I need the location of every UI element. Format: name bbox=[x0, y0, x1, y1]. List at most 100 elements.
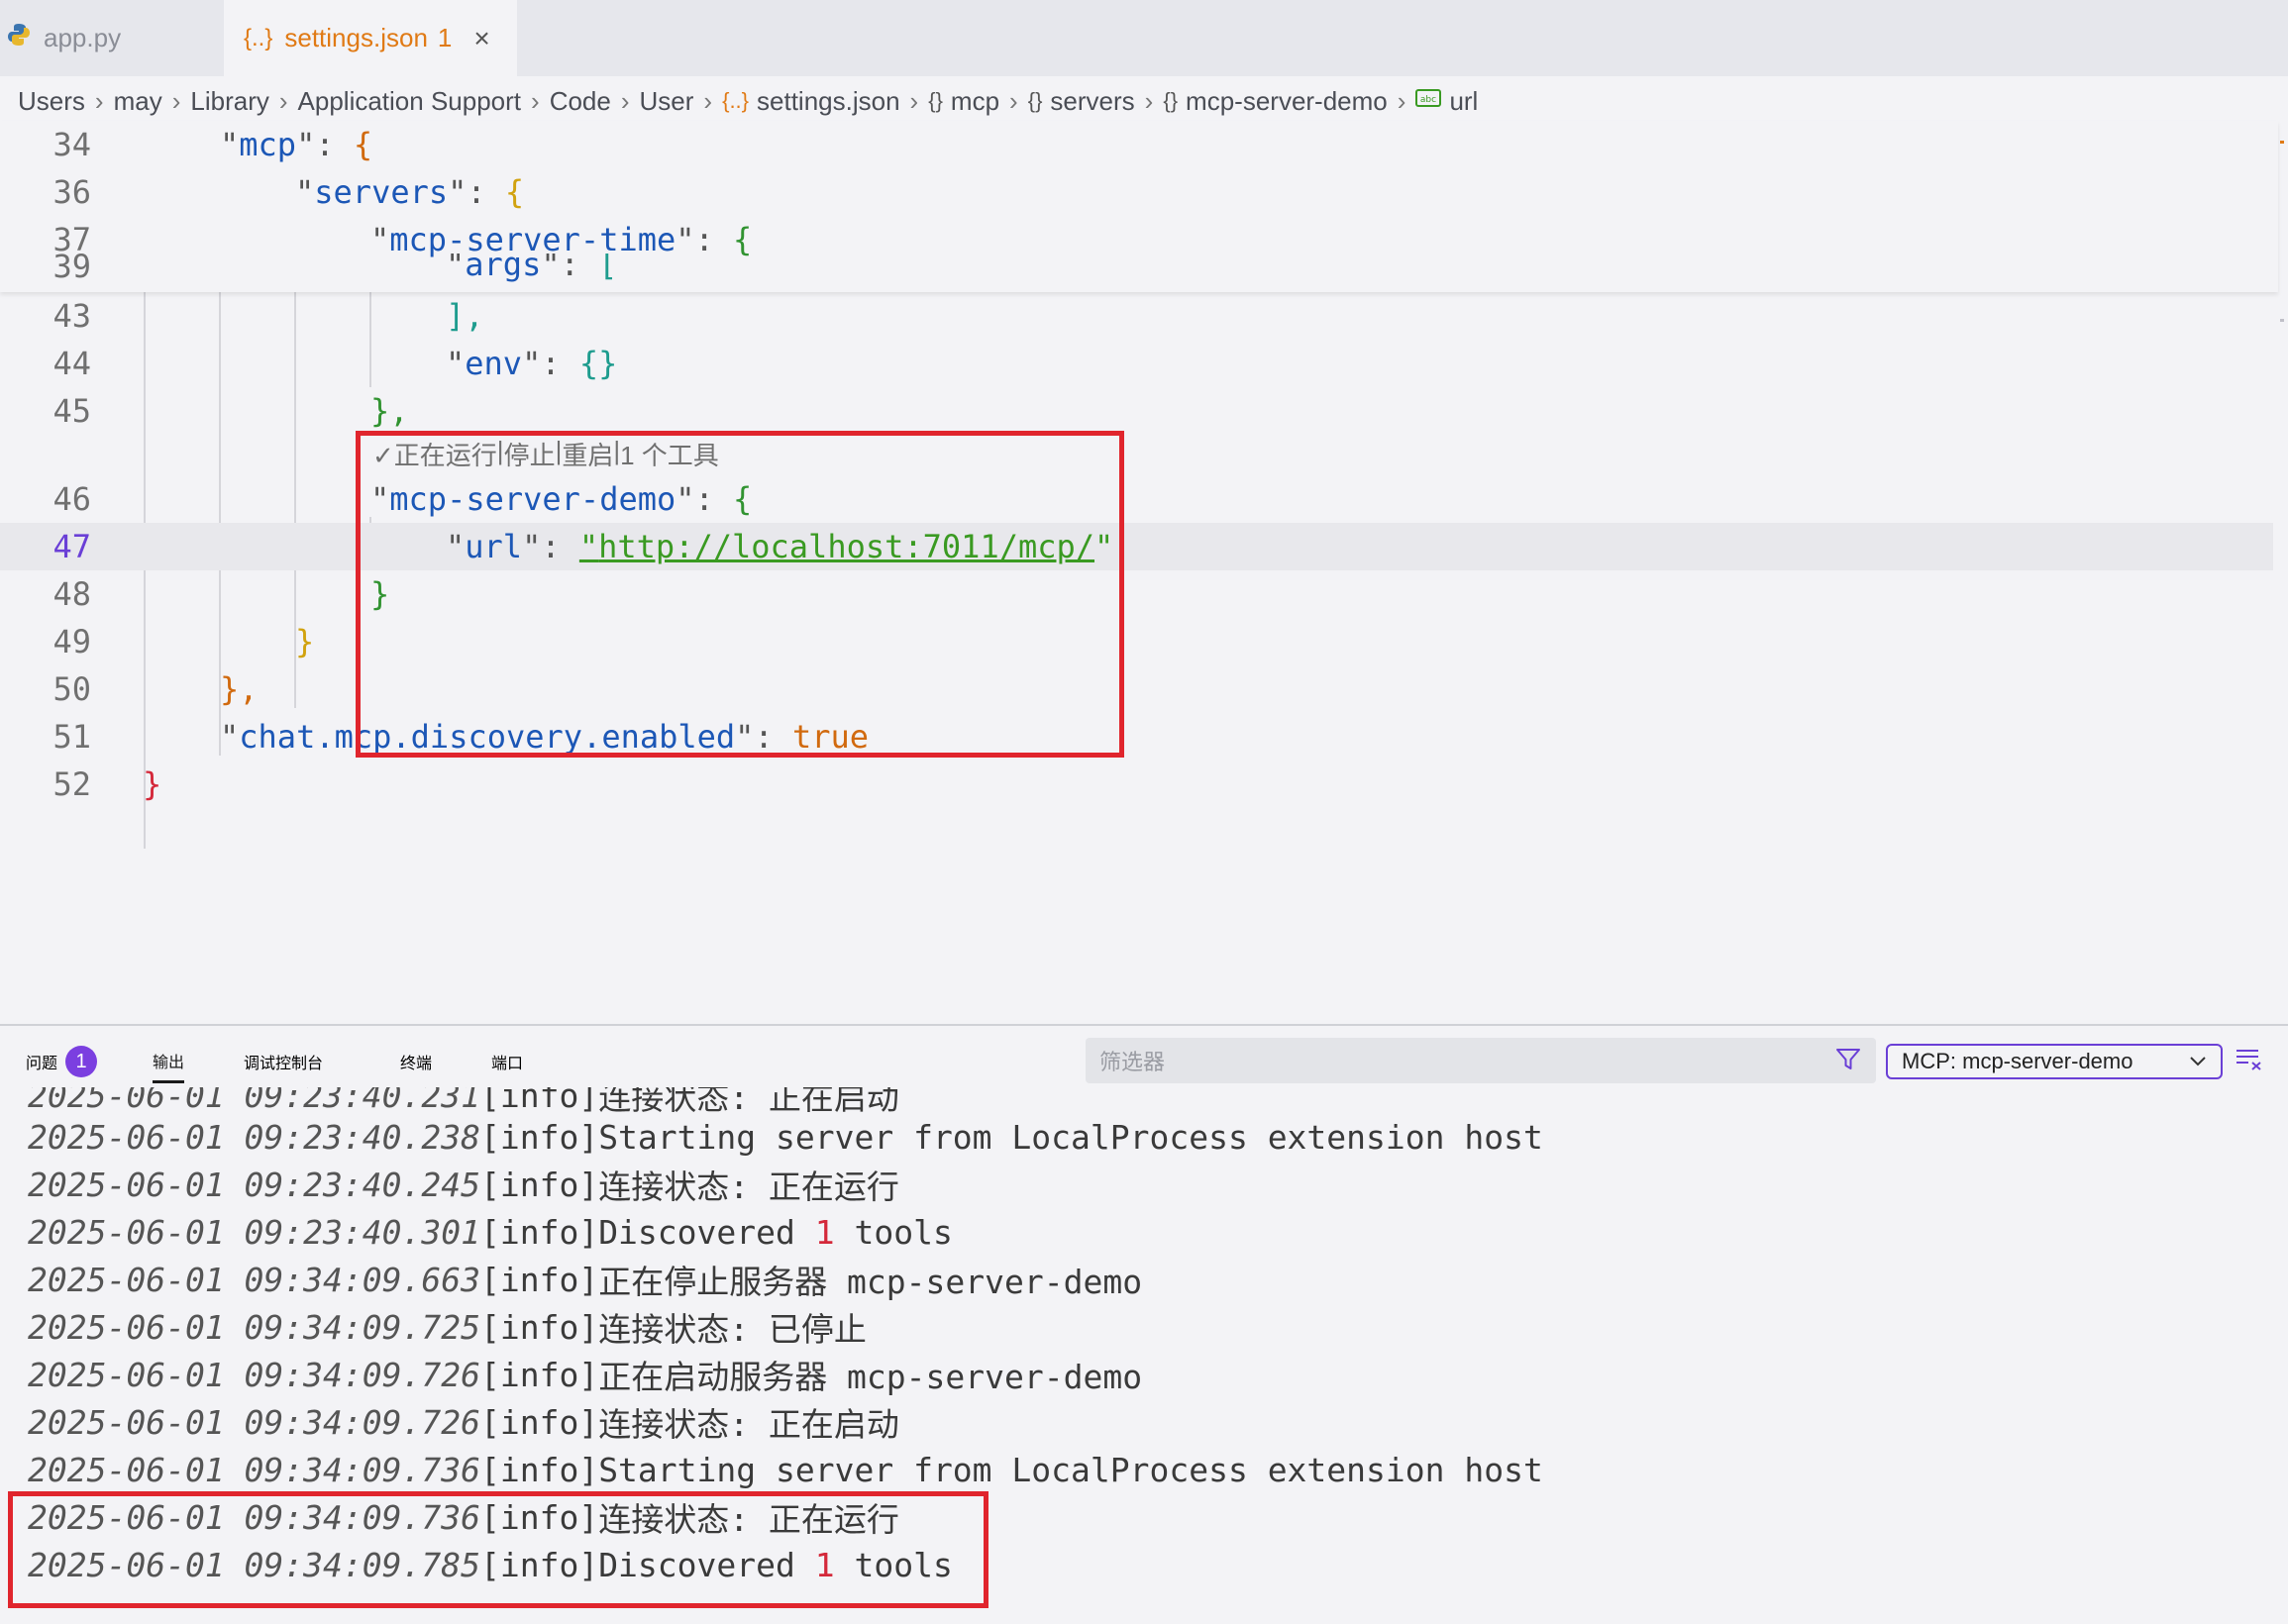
json-braces-icon: {..} bbox=[722, 88, 750, 113]
breadcrumb-item[interactable]: Users bbox=[18, 86, 85, 117]
tab-terminal[interactable]: 终端 bbox=[400, 1040, 432, 1083]
svg-text:abc: abc bbox=[1420, 95, 1436, 105]
code-line: 50 }, bbox=[0, 665, 2273, 713]
line-number: 44 bbox=[52, 345, 91, 382]
chevron-down-icon bbox=[2187, 1050, 2209, 1077]
tab-problem-count: 1 bbox=[437, 23, 453, 52]
json-value: {} bbox=[578, 345, 618, 382]
chevron-right-icon: › bbox=[278, 85, 288, 116]
highlight-box bbox=[356, 431, 1124, 758]
breadcrumb-item[interactable]: Library bbox=[190, 86, 268, 117]
line-number: 39 bbox=[52, 254, 91, 285]
breadcrumb-item[interactable]: Application Support bbox=[298, 86, 521, 117]
breadcrumb-item[interactable]: servers bbox=[1050, 86, 1134, 117]
code-line: 46 "mcp-server-demo": { bbox=[0, 475, 2273, 523]
json-braces-icon: {..} bbox=[244, 24, 273, 51]
code-line: 51 "chat.mcp.discovery.enabled": true bbox=[0, 713, 2273, 761]
tab-label: 问题 bbox=[26, 1056, 58, 1072]
line-number: 51 bbox=[52, 718, 91, 756]
line-number: 34 bbox=[52, 126, 91, 163]
python-icon bbox=[6, 22, 32, 54]
tab-label: settings.json bbox=[284, 23, 428, 52]
output-panel: 问题 1 输出 调试控制台 终端 端口 筛选器 MCP: mcp-server-… bbox=[0, 1024, 2288, 1624]
code-line: 39 "args": [ bbox=[0, 254, 2273, 292]
chevron-right-icon: › bbox=[1009, 85, 1018, 116]
breadcrumb-item[interactable]: mcp-server-demo bbox=[1186, 86, 1388, 117]
overview-ruler-mark bbox=[2280, 141, 2284, 144]
tab-problems[interactable]: 问题 1 bbox=[26, 1040, 98, 1083]
tab-app-py[interactable]: app.py bbox=[0, 0, 224, 76]
line-number: 49 bbox=[52, 623, 91, 660]
tab-output[interactable]: 输出 bbox=[153, 1040, 185, 1083]
open-brace: { bbox=[353, 126, 373, 163]
breadcrumb: Users › may › Library › Application Support… bbox=[18, 81, 1478, 121]
line-number: 50 bbox=[52, 670, 91, 708]
code-line: 43 ], bbox=[0, 292, 2273, 340]
tab-debug-console[interactable]: 调试控制台 bbox=[244, 1040, 323, 1083]
log-line: 2025-06-01 09:34:09.725 [info] 连接状态: 已停止 bbox=[28, 1307, 867, 1350]
clear-output-icon[interactable] bbox=[2235, 1046, 2264, 1078]
chevron-right-icon: › bbox=[1397, 85, 1406, 116]
sticky-scroll[interactable]: 34 "mcp": { 36 "servers": { 37 "mcp-serv… bbox=[0, 121, 2278, 292]
breadcrumb-item[interactable]: mcp bbox=[951, 86, 999, 117]
code-text: ], bbox=[446, 297, 484, 335]
filter-icon[interactable] bbox=[1834, 1046, 1862, 1079]
line-number: 47 bbox=[52, 528, 91, 565]
code-line: 36 "servers": { bbox=[0, 168, 2273, 216]
object-braces-icon: {} bbox=[928, 88, 943, 113]
breadcrumb-item[interactable]: may bbox=[114, 86, 162, 117]
selected-channel: MCP: mcp-server-demo bbox=[1902, 1049, 2133, 1073]
filter-input[interactable]: 筛选器 bbox=[1086, 1038, 1876, 1083]
breadcrumb-item[interactable]: settings.json bbox=[757, 86, 900, 117]
object-braces-icon: {} bbox=[1027, 88, 1043, 113]
code-editor[interactable]: 34 "mcp": { 36 "servers": { 37 "mcp-serv… bbox=[0, 121, 2288, 1022]
json-key: servers bbox=[314, 173, 449, 211]
output-channel-select[interactable]: MCP: mcp-server-demo bbox=[1886, 1044, 2223, 1079]
chevron-right-icon: › bbox=[703, 85, 713, 116]
code-text: } bbox=[295, 623, 315, 660]
breadcrumb-item[interactable]: User bbox=[640, 86, 694, 117]
line-number: 36 bbox=[52, 173, 91, 211]
json-key: mcp bbox=[239, 126, 297, 163]
tab-label: 终端 bbox=[400, 1056, 433, 1072]
tab-label: 输出 bbox=[153, 1054, 185, 1071]
tab-ports[interactable]: 端口 bbox=[491, 1040, 523, 1083]
filter-placeholder: 筛选器 bbox=[1099, 1050, 1166, 1074]
code-text: } bbox=[143, 765, 162, 803]
code-text: }, bbox=[220, 670, 259, 708]
chevron-right-icon: › bbox=[171, 85, 181, 116]
line-number: 46 bbox=[52, 480, 91, 518]
chevron-right-icon: › bbox=[909, 85, 919, 116]
close-icon[interactable]: × bbox=[473, 23, 489, 54]
chevron-right-icon: › bbox=[94, 85, 104, 116]
current-code-line: 47 "url": "http://localhost:7011/mcp/" bbox=[0, 523, 2273, 570]
code-line: 44 "env": {} bbox=[0, 340, 2273, 387]
tab-label: app.py bbox=[44, 23, 122, 52]
log-line: 2025-06-01 09:34:09.736 [info] Starting … bbox=[28, 1450, 1543, 1489]
object-braces-icon: {} bbox=[1163, 88, 1179, 113]
code-line: 52 } bbox=[0, 761, 2273, 808]
open-bracket: [ bbox=[598, 254, 618, 283]
log-line: 2025-06-01 09:34:09.726 [info] 连接状态: 正在启… bbox=[28, 1402, 899, 1445]
code-line: 48 } bbox=[0, 570, 2273, 618]
log-line: 2025-06-01 09:23:40.245 [info] 连接状态: 正在运… bbox=[28, 1165, 899, 1207]
editor-tab-bar: app.py {..} settings.json 1 × bbox=[0, 0, 2288, 76]
breadcrumb-item[interactable]: url bbox=[1449, 86, 1478, 117]
code-line: 34 "mcp": { bbox=[0, 121, 2273, 168]
line-number: 48 bbox=[52, 575, 91, 613]
log-line: 2025-06-01 09:34:09.726 [info] 正在启动服务器 m… bbox=[28, 1355, 1143, 1397]
line-number: 43 bbox=[52, 297, 91, 335]
line-number: 52 bbox=[52, 765, 91, 803]
highlight-box bbox=[8, 1491, 988, 1608]
breadcrumb-item[interactable]: Code bbox=[550, 86, 611, 117]
tab-label: 调试控制台 bbox=[244, 1056, 324, 1072]
tab-settings-json[interactable]: {..} settings.json 1 × bbox=[224, 0, 517, 76]
chevron-right-icon: › bbox=[531, 85, 540, 116]
overview-ruler-mark bbox=[2280, 319, 2284, 322]
code-line: 45 }, bbox=[0, 387, 2273, 435]
line-number: 45 bbox=[52, 392, 91, 430]
json-key: env bbox=[465, 345, 523, 382]
string-property-icon: abc bbox=[1415, 88, 1442, 114]
chevron-right-icon: › bbox=[620, 85, 630, 116]
log-line: 2025-06-01 09:23:40.238 [info] Starting … bbox=[28, 1117, 1543, 1157]
